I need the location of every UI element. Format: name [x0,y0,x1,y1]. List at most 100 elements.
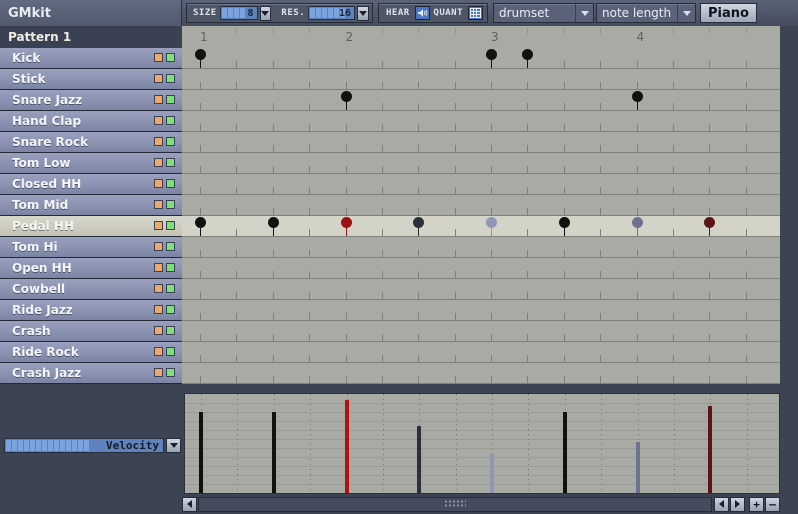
zoom-out-button[interactable]: – [765,496,780,512]
mute-toggle[interactable] [154,74,163,83]
solo-toggle[interactable] [166,242,175,251]
drumset-select[interactable]: drumset [493,3,594,23]
note-event[interactable] [341,217,352,236]
mute-toggle[interactable] [154,326,163,335]
chevron-down-icon[interactable] [677,4,695,22]
velocity-bar[interactable] [563,412,567,493]
note-head[interactable] [341,91,352,102]
grid-row[interactable] [182,321,780,342]
scrollbar-thumb-grip[interactable] [444,499,466,509]
grid-row[interactable] [182,216,780,237]
piano-button[interactable]: Piano [700,3,757,23]
grid-row[interactable] [182,258,780,279]
size-dropdown-button[interactable] [259,5,272,21]
note-head[interactable] [704,217,715,228]
solo-toggle[interactable] [166,95,175,104]
note-event[interactable] [559,217,570,236]
velocity-bar[interactable] [490,453,494,493]
grid-row[interactable] [182,342,780,363]
mute-toggle[interactable] [154,221,163,230]
solo-toggle[interactable] [166,263,175,272]
note-head[interactable] [486,49,497,60]
instrument-row[interactable]: Kick [0,48,182,69]
note-grid[interactable] [182,48,780,384]
instrument-row[interactable]: Hand Clap [0,111,182,132]
zoom-in-button[interactable]: + [749,496,764,512]
velocity-editor[interactable] [184,393,780,494]
velocity-bar[interactable] [417,426,421,493]
instrument-row[interactable]: Cowbell [0,279,182,300]
mute-toggle[interactable] [154,284,163,293]
mute-toggle[interactable] [154,263,163,272]
solo-toggle[interactable] [166,74,175,83]
instrument-row[interactable]: Ride Jazz [0,300,182,321]
note-head[interactable] [559,217,570,228]
note-event[interactable] [341,91,352,110]
grid-row[interactable] [182,111,780,132]
instrument-row[interactable]: Crash Jazz [0,363,182,384]
solo-toggle[interactable] [166,368,175,377]
solo-toggle[interactable] [166,137,175,146]
mute-toggle[interactable] [154,116,163,125]
solo-toggle[interactable] [166,305,175,314]
mute-toggle[interactable] [154,305,163,314]
mute-toggle[interactable] [154,347,163,356]
grid-row[interactable] [182,90,780,111]
res-dropdown-button[interactable] [357,5,369,21]
mute-toggle[interactable] [154,179,163,188]
note-head[interactable] [195,49,206,60]
note-head[interactable] [195,217,206,228]
horizontal-scrollbar[interactable]: + – [182,496,780,512]
solo-toggle[interactable] [166,326,175,335]
solo-toggle[interactable] [166,200,175,209]
quantize-button[interactable]: QUANT [430,6,483,20]
note-head[interactable] [522,49,533,60]
note-event[interactable] [486,217,497,236]
grid-row[interactable] [182,363,780,384]
res-input[interactable]: 16 [308,6,356,20]
velocity-bar[interactable] [272,412,276,493]
note-event[interactable] [195,217,206,236]
mute-toggle[interactable] [154,137,163,146]
instrument-row[interactable]: Snare Jazz [0,90,182,111]
scrollbar-track[interactable] [198,496,712,512]
instrument-row[interactable]: Open HH [0,258,182,279]
mute-toggle[interactable] [154,368,163,377]
grid-row[interactable] [182,48,780,69]
grid-row[interactable] [182,237,780,258]
grid-row[interactable] [182,300,780,321]
hear-button[interactable]: HEAR [383,6,430,20]
instrument-row[interactable]: Tom Hi [0,237,182,258]
scroll-left-button[interactable] [182,496,197,512]
mute-toggle[interactable] [154,95,163,104]
mute-toggle[interactable] [154,200,163,209]
size-input[interactable]: 8 [219,6,258,20]
note-event[interactable] [268,217,279,236]
grid-row[interactable] [182,132,780,153]
note-head[interactable] [632,217,643,228]
mute-toggle[interactable] [154,242,163,251]
instrument-row[interactable]: Pedal HH [0,216,182,237]
solo-toggle[interactable] [166,179,175,188]
grid-row[interactable] [182,174,780,195]
scroll-step-right-button[interactable] [730,496,745,512]
instrument-row[interactable]: Tom Low [0,153,182,174]
grid-row[interactable] [182,153,780,174]
instrument-row[interactable]: Closed HH [0,174,182,195]
note-event[interactable] [632,217,643,236]
scroll-step-left-button[interactable] [714,496,729,512]
instrument-row[interactable]: Crash [0,321,182,342]
note-event[interactable] [704,217,715,236]
note-head[interactable] [268,217,279,228]
note-head[interactable] [486,217,497,228]
timeline-ruler[interactable]: 12345 [182,26,780,48]
solo-toggle[interactable] [166,347,175,356]
velocity-bar[interactable] [345,400,349,493]
instrument-row[interactable]: Stick [0,69,182,90]
note-head[interactable] [413,217,424,228]
solo-toggle[interactable] [166,158,175,167]
grid-row[interactable] [182,195,780,216]
mute-toggle[interactable] [154,53,163,62]
note-head[interactable] [632,91,643,102]
velocity-dropdown-button[interactable] [166,438,181,453]
